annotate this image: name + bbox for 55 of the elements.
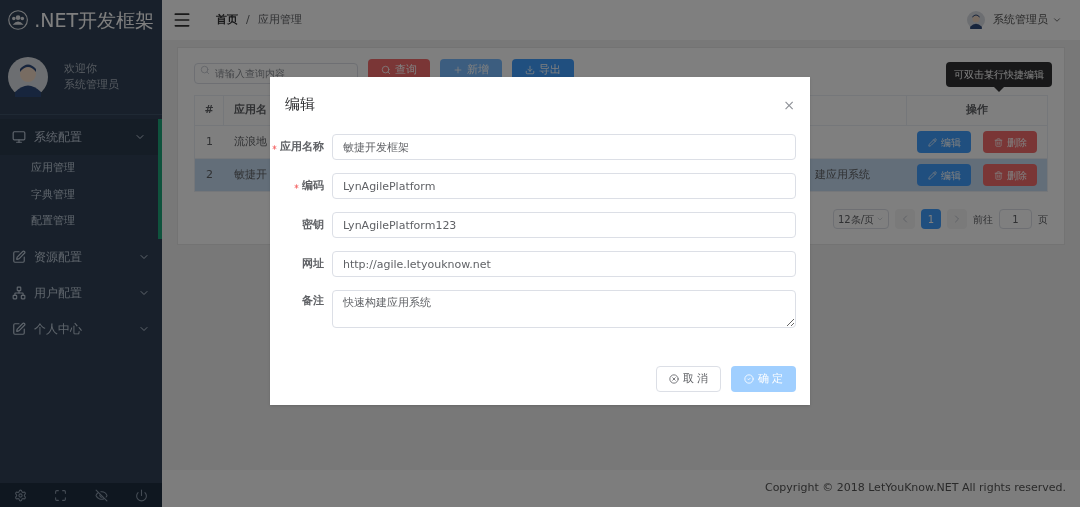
settings-icon[interactable] (13, 488, 27, 502)
table-cell-text: 敏捷开 (234, 166, 267, 183)
goto-page-field[interactable]: 1 (999, 209, 1032, 229)
dialog-title: 编辑 (285, 94, 315, 116)
tooltip: 可双击某行快捷编辑 (946, 62, 1052, 87)
download-icon (525, 65, 535, 75)
breadcrumb-item[interactable]: 首页 (216, 11, 238, 29)
column-header: 操作 (966, 102, 988, 119)
field-label: 备注 (302, 292, 324, 309)
tooltip-arrow (994, 87, 1004, 92)
field-label: 应用名称 (280, 138, 324, 155)
search-icon (381, 65, 391, 75)
notes-field[interactable]: 快速构建应用系统 (332, 290, 796, 328)
input-field[interactable]: LynAgilePlatform (332, 173, 796, 199)
column-header: # (204, 102, 214, 119)
table-cell-text: 建应用系统 (815, 166, 870, 183)
check-circle-icon (743, 374, 754, 384)
search-icon (200, 64, 210, 75)
sidebar-menu-item[interactable]: 个人中心 (0, 310, 162, 347)
copyright-text: Copyright © 2018 LetYouKnow.NET All rights reserved. (764, 480, 1066, 497)
user-menu[interactable]: 系统管理员 (993, 11, 1048, 29)
goto-label: 前往 (973, 212, 993, 227)
goto-suffix: 页 (1038, 212, 1048, 227)
plus-icon (453, 65, 463, 75)
logo-icon (8, 7, 29, 33)
user-avatar (8, 57, 48, 97)
user-avatar (967, 11, 985, 29)
trash-icon (993, 170, 1003, 180)
breadcrumb-item: 应用管理 (257, 11, 302, 28)
close-button[interactable]: × (783, 97, 795, 112)
table-cell-text: 1 (206, 133, 213, 150)
breadcrumb-separator: / (246, 11, 250, 28)
cancel-button[interactable]: 取 消 (656, 366, 721, 392)
input-field[interactable]: LynAgilePlatform123 (332, 212, 796, 238)
field-label: 网址 (302, 255, 324, 272)
table-cell-text: 流浪地 (234, 133, 267, 150)
fullscreen-icon[interactable] (54, 488, 68, 502)
trash-icon (993, 137, 1003, 147)
eye-off-icon[interactable] (94, 488, 108, 502)
input-field[interactable]: http://agile.letyouknow.net (332, 251, 796, 277)
power-icon[interactable] (135, 488, 149, 502)
x-circle-icon (668, 374, 679, 384)
edit-button[interactable]: 编辑 (917, 164, 971, 186)
field-label: 编码 (302, 177, 324, 194)
pencil-icon (927, 137, 937, 147)
input-field[interactable]: 敏捷开发框架 (332, 134, 796, 160)
edit-button[interactable]: 编辑 (917, 131, 971, 153)
page-size-select[interactable]: 12条/页 (833, 209, 889, 229)
column-header: 应用名 (234, 102, 267, 119)
table-cell-text: 2 (206, 166, 213, 183)
page-button[interactable]: 1 (921, 209, 941, 229)
app-logo-title: .NET开发框架 (34, 7, 154, 33)
pencil-icon (927, 170, 937, 180)
chevron-down-icon (1052, 15, 1062, 25)
field-label: 密钥 (302, 216, 324, 233)
